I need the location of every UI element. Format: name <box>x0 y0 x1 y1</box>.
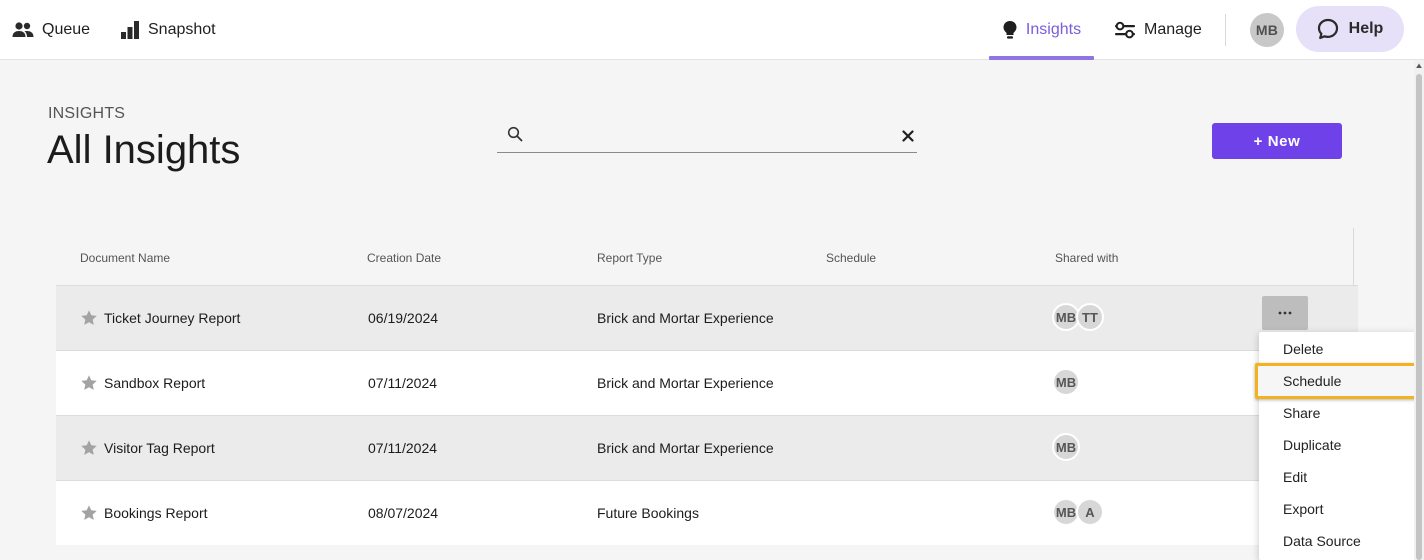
column-document-name[interactable]: Document Name <box>80 251 170 265</box>
lightbulb-icon <box>1003 21 1017 39</box>
table-row[interactable]: Sandbox Report 07/11/2024 Brick and Mort… <box>56 350 1358 415</box>
search-input[interactable] <box>533 124 893 148</box>
table-row[interactable]: Bookings Report 08/07/2024 Future Bookin… <box>56 480 1358 545</box>
row-actions-menu: Delete Schedule Share Duplicate Edit Exp… <box>1255 332 1420 560</box>
star-icon[interactable] <box>80 439 98 457</box>
page-title: All Insights <box>47 128 241 172</box>
menu-item-export[interactable]: Export <box>1283 501 1323 517</box>
nav-insights[interactable]: Insights <box>989 0 1094 60</box>
row-document-name[interactable]: Ticket Journey Report <box>104 310 240 326</box>
close-icon[interactable] <box>902 130 914 142</box>
menu-item-schedule[interactable]: Schedule <box>1283 373 1341 389</box>
nav-manage-label: Manage <box>1144 21 1202 38</box>
chat-bubble-icon <box>1317 18 1338 40</box>
sliders-icon <box>1115 21 1135 39</box>
row-creation-date: 06/19/2024 <box>368 310 439 326</box>
shared-with-avatars: MB A <box>1052 498 1104 526</box>
more-options-button[interactable] <box>1262 296 1308 330</box>
avatar: MB <box>1052 433 1080 461</box>
scroll-up-arrow-icon[interactable] <box>1416 63 1422 69</box>
avatar: A <box>1076 498 1104 526</box>
insights-table: Document Name Creation Date Report Type … <box>56 228 1358 560</box>
vertical-scrollbar[interactable] <box>1414 60 1424 560</box>
new-insight-button[interactable]: + New <box>1212 123 1342 159</box>
shared-with-avatars: MB <box>1052 368 1080 396</box>
people-icon <box>12 22 34 37</box>
search-bar <box>497 120 917 153</box>
column-schedule[interactable]: Schedule <box>826 251 876 265</box>
column-report-type[interactable]: Report Type <box>597 251 662 265</box>
help-button[interactable]: Help <box>1296 6 1404 52</box>
star-icon[interactable] <box>80 309 98 327</box>
row-report-type: Future Bookings <box>597 505 699 521</box>
table-row[interactable]: Ticket Journey Report 06/19/2024 Brick a… <box>56 285 1358 350</box>
row-creation-date: 07/11/2024 <box>368 375 438 391</box>
nav-insights-label: Insights <box>1025 21 1082 38</box>
column-creation-date[interactable]: Creation Date <box>367 251 441 265</box>
star-icon[interactable] <box>80 504 98 522</box>
row-report-type: Brick and Mortar Experience <box>597 440 774 456</box>
menu-item-data-source[interactable]: Data Source <box>1283 533 1361 549</box>
table-header: Document Name Creation Date Report Type … <box>56 228 1354 286</box>
column-shared-with: Shared with <box>1055 251 1119 265</box>
row-creation-date: 07/11/2024 <box>368 440 438 456</box>
row-report-type: Brick and Mortar Experience <box>597 310 774 326</box>
row-report-type: Brick and Mortar Experience <box>597 375 774 391</box>
row-creation-date: 08/07/2024 <box>368 505 439 521</box>
top-navigation-bar: Queue Snapshot Insights Manage MB Help <box>0 0 1424 60</box>
avatar: MB <box>1052 368 1080 396</box>
star-icon[interactable] <box>80 374 98 392</box>
nav-snapshot-label: Snapshot <box>148 21 216 38</box>
more-horizontal-icon <box>1278 311 1292 315</box>
row-document-name[interactable]: Sandbox Report <box>104 375 205 391</box>
row-document-name[interactable]: Bookings Report <box>104 505 208 521</box>
nav-divider <box>1225 14 1226 46</box>
avatar: TT <box>1076 303 1104 331</box>
menu-item-delete[interactable]: Delete <box>1283 341 1323 357</box>
help-button-label: Help <box>1348 20 1384 37</box>
shared-with-avatars: MB TT <box>1052 303 1104 331</box>
nav-snapshot[interactable]: Snapshot <box>120 0 216 60</box>
row-document-name[interactable]: Visitor Tag Report <box>104 440 215 456</box>
nav-manage[interactable]: Manage <box>1114 0 1202 60</box>
search-icon <box>507 126 523 142</box>
section-label: INSIGHTS <box>48 105 126 122</box>
shared-with-avatars: MB <box>1052 433 1080 461</box>
user-avatar[interactable]: MB <box>1250 13 1284 47</box>
bar-chart-icon <box>121 21 139 39</box>
table-row[interactable]: Visitor Tag Report 07/11/2024 Brick and … <box>56 415 1358 480</box>
menu-item-duplicate[interactable]: Duplicate <box>1283 437 1341 453</box>
menu-item-edit[interactable]: Edit <box>1283 469 1307 485</box>
scrollbar-thumb[interactable] <box>1416 74 1422 560</box>
nav-queue-label: Queue <box>42 21 91 38</box>
nav-queue[interactable]: Queue <box>12 0 90 60</box>
menu-item-share[interactable]: Share <box>1283 405 1320 421</box>
